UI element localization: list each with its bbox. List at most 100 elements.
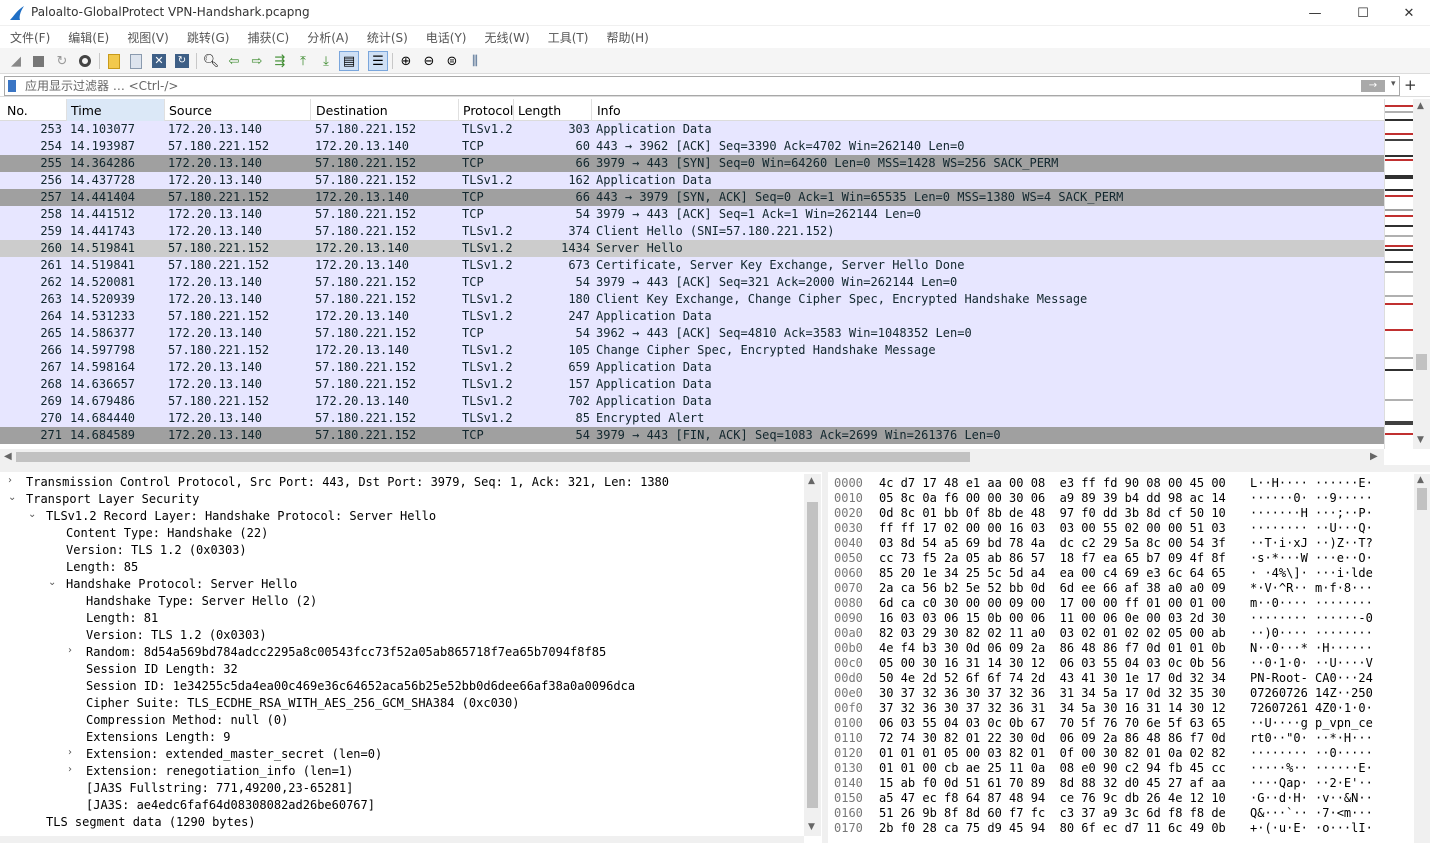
hex-ascii[interactable]: L··H···· ······E· <box>1250 476 1373 491</box>
hex-bytes[interactable]: 0d 8c 01 bb 0f 8b de 48 97 f0 dd 3b 8d c… <box>879 506 1226 521</box>
hex-dump-line[interactable]: 00b0 4e f4 b3 30 0d 06 09 2a 86 48 86 f7 … <box>834 641 1373 656</box>
bookmark-icon[interactable] <box>8 80 16 92</box>
hex-bytes[interactable]: 05 00 30 16 31 14 30 12 06 03 55 04 03 0… <box>879 656 1226 671</box>
open-file-icon[interactable] <box>104 51 124 71</box>
scroll-right-icon[interactable]: ▶ <box>1370 451 1378 462</box>
column-info[interactable]: Info <box>597 103 621 118</box>
details-tree-item[interactable]: Random: 8d54a569bd784adcc2295a8c00543fcc… <box>86 644 606 661</box>
expand-arrow-icon[interactable]: › <box>68 645 72 656</box>
hex-bytes[interactable]: 50 4e 2d 52 6f 6f 74 2d 43 41 30 1e 17 0… <box>879 671 1226 686</box>
packet-row[interactable]: 257 14.441404 57.180.221.152 172.20.13.140 T… <box>0 189 1384 206</box>
hex-ascii[interactable]: +·(·u·E· ·o···lI· <box>1250 821 1373 836</box>
packet-row[interactable]: 270 14.684440 172.20.13.140 57.180.221.152 T… <box>0 410 1384 427</box>
bytes-vertical-scrollbar[interactable]: ▲ <box>1414 474 1430 843</box>
start-capture-icon[interactable]: ◢ <box>6 51 26 71</box>
packet-row[interactable]: 267 14.598164 172.20.13.140 57.180.221.152 T… <box>0 359 1384 376</box>
details-tree-item[interactable]: Content Type: Handshake (22) <box>66 525 268 542</box>
details-tree-item[interactable]: Length: 85 <box>66 559 138 576</box>
hex-bytes[interactable]: 06 03 55 04 03 0c 0b 67 70 5f 76 70 6e 5… <box>879 716 1226 731</box>
hex-bytes[interactable]: 15 ab f0 0d 51 61 70 89 8d 88 32 d0 45 2… <box>879 776 1226 791</box>
column-divider[interactable] <box>310 99 311 121</box>
hex-bytes[interactable]: 4e f4 b3 30 0d 06 09 2a 86 48 86 f7 0d 0… <box>879 641 1226 656</box>
expand-arrow-icon[interactable]: › <box>68 764 72 775</box>
hex-bytes[interactable]: 05 8c 0a f6 00 00 30 06 a9 89 39 b4 dd 9… <box>879 491 1226 506</box>
packet-row[interactable]: 265 14.586377 172.20.13.140 57.180.221.152 T… <box>0 325 1384 342</box>
hex-dump-line[interactable]: 0130 01 01 00 cb ae 25 11 0a 08 e0 90 c2 … <box>834 761 1373 776</box>
hex-dump-line[interactable]: 00f0 37 32 36 30 37 32 36 31 34 5a 30 16 … <box>834 701 1373 716</box>
hex-bytes[interactable]: 6d ca c0 30 00 00 09 00 17 00 00 ff 01 0… <box>879 596 1226 611</box>
hex-bytes[interactable]: a5 47 ec f8 64 87 48 94 ce 76 9c db 26 4… <box>879 791 1226 806</box>
details-tree-item[interactable]: Compression Method: null (0) <box>86 712 288 729</box>
column-divider[interactable] <box>458 99 459 121</box>
hex-dump-line[interactable]: 0020 0d 8c 01 bb 0f 8b de 48 97 f0 dd 3b … <box>834 506 1373 521</box>
go-first-packet-icon[interactable]: ⤒ <box>293 51 313 71</box>
hex-ascii[interactable]: *·V·^R·· m·f·8··· <box>1250 581 1373 596</box>
packet-row[interactable]: 253 14.103077 172.20.13.140 57.180.221.152 T… <box>0 121 1384 138</box>
hex-bytes[interactable]: cc 73 f5 2a 05 ab 86 57 18 f7 ea 65 b7 0… <box>879 551 1226 566</box>
packet-list-vertical-scrollbar[interactable]: ▲ ▼ <box>1413 99 1430 449</box>
hex-ascii[interactable]: ········ ······-0 <box>1250 611 1373 626</box>
scroll-up-icon[interactable]: ▲ <box>808 476 815 486</box>
details-vertical-scrollbar[interactable]: ▲ ▼ <box>804 474 821 836</box>
close-button[interactable]: ✕ <box>1386 0 1430 26</box>
column-time[interactable]: Time <box>71 103 102 118</box>
hex-dump-line[interactable]: 00e0 30 37 32 36 30 37 32 36 31 34 5a 17 … <box>834 686 1373 701</box>
hex-ascii[interactable]: ········ ··0····· <box>1250 746 1373 761</box>
restart-capture-icon[interactable]: ↻ <box>52 51 72 71</box>
go-back-icon[interactable]: ⇦ <box>224 51 244 71</box>
normal-size-icon[interactable]: ⊜ <box>442 51 462 71</box>
hex-bytes[interactable]: 72 74 30 82 01 22 30 0d 06 09 2a 86 48 8… <box>879 731 1226 746</box>
hex-bytes[interactable]: 2a ca 56 b2 5e 52 bb 0d 6d ee 66 af 38 a… <box>879 581 1226 596</box>
hex-dump-line[interactable]: 0070 2a ca 56 b2 5e 52 bb 0d 6d ee 66 af … <box>834 581 1373 596</box>
hex-ascii[interactable]: ·······H ···;··P· <box>1250 506 1373 521</box>
details-tree-item[interactable]: Extensions Length: 9 <box>86 729 231 746</box>
details-tree-item[interactable]: Extension: extended_master_secret (len=0… <box>86 746 382 763</box>
details-tree-item[interactable]: Transmission Control Protocol, Src Port:… <box>26 474 669 491</box>
column-destination[interactable]: Destination <box>316 103 388 118</box>
packet-row[interactable]: 258 14.441512 172.20.13.140 57.180.221.152 T… <box>0 206 1384 223</box>
hex-dump-line[interactable]: 0060 85 20 1e 34 25 5c 5d a4 ea 00 c4 69 … <box>834 566 1373 581</box>
packet-row[interactable]: 264 14.531233 57.180.221.152 172.20.13.140 T… <box>0 308 1384 325</box>
packet-row[interactable]: 255 14.364286 172.20.13.140 57.180.221.152 T… <box>0 155 1384 172</box>
hex-bytes[interactable]: 37 32 36 30 37 32 36 31 34 5a 30 16 31 1… <box>879 701 1226 716</box>
hex-ascii[interactable]: m··0···· ········ <box>1250 596 1373 611</box>
packet-row[interactable]: 260 14.519841 57.180.221.152 172.20.13.140 T… <box>0 240 1384 257</box>
maximize-button[interactable]: ☐ <box>1340 0 1386 26</box>
packet-minimap[interactable] <box>1384 99 1414 449</box>
hex-dump-line[interactable]: 0170 2b f0 28 ca 75 d9 45 94 80 6f ec d7 … <box>834 821 1373 836</box>
menu-capture[interactable]: 捕获(C) <box>237 27 297 46</box>
details-tree-item[interactable]: Extension: renegotiation_info (len=1) <box>86 763 353 780</box>
scrollbar-thumb[interactable] <box>1416 354 1427 370</box>
packet-row[interactable]: 256 14.437728 172.20.13.140 57.180.221.152 T… <box>0 172 1384 189</box>
hex-dump-line[interactable]: 0110 72 74 30 82 01 22 30 0d 06 09 2a 86 … <box>834 731 1373 746</box>
scroll-up-icon[interactable]: ▲ <box>1417 101 1424 111</box>
hex-bytes[interactable]: 16 03 03 06 15 0b 00 06 11 00 06 0e 00 0… <box>879 611 1226 626</box>
hex-bytes[interactable]: ff ff 17 02 00 00 16 03 03 00 55 02 00 0… <box>879 521 1226 536</box>
hex-ascii[interactable]: ··0·1·0· ··U····V <box>1250 656 1373 671</box>
menu-telephony[interactable]: 电话(Y) <box>416 27 475 46</box>
hex-bytes[interactable]: 4c d7 17 48 e1 aa 00 08 e3 ff fd 90 08 0… <box>879 476 1226 491</box>
hex-dump-line[interactable]: 0080 6d ca c0 30 00 00 09 00 17 00 00 ff … <box>834 596 1373 611</box>
packet-row[interactable]: 262 14.520081 172.20.13.140 57.180.221.152 T… <box>0 274 1384 291</box>
column-protocol[interactable]: Protocol <box>463 103 513 118</box>
add-filter-button[interactable]: + <box>1404 76 1417 94</box>
menu-edit[interactable]: 编辑(E) <box>58 27 117 46</box>
details-tree-item[interactable]: [JA3S: ae4edc6faf64d08308082ad26be60767] <box>86 797 375 814</box>
stop-capture-icon[interactable] <box>28 51 48 71</box>
hex-ascii[interactable]: ·s·*···W ···e··O· <box>1250 551 1373 566</box>
hex-dump-line[interactable]: 0040 03 8d 54 a5 69 bd 78 4a dc c2 29 5a … <box>834 536 1373 551</box>
go-last-packet-icon[interactable]: ⤓ <box>316 51 336 71</box>
hex-ascii[interactable]: · ·4%\]· ···i·lde <box>1250 566 1373 581</box>
column-divider[interactable] <box>164 99 165 121</box>
hex-dump-line[interactable]: 0140 15 ab f0 0d 51 61 70 89 8d 88 32 d0 … <box>834 776 1373 791</box>
zoom-out-icon[interactable]: ⊖ <box>419 51 439 71</box>
hex-ascii[interactable]: N··0···* ·H······ <box>1250 641 1373 656</box>
packet-row[interactable]: 259 14.441743 172.20.13.140 57.180.221.152 T… <box>0 223 1384 240</box>
details-tree-item[interactable]: Session ID: 1e34255c5da4ea00c469e36c6465… <box>86 678 635 695</box>
hex-dump-line[interactable]: 00c0 05 00 30 16 31 14 30 12 06 03 55 04 … <box>834 656 1373 671</box>
hex-ascii[interactable]: 07260726 14Z··250 <box>1250 686 1373 701</box>
hex-dump-line[interactable]: 0010 05 8c 0a f6 00 00 30 06 a9 89 39 b4 … <box>834 491 1373 506</box>
menu-tools[interactable]: 工具(T) <box>538 27 597 46</box>
packet-row[interactable]: 261 14.519841 57.180.221.152 172.20.13.140 T… <box>0 257 1384 274</box>
hex-ascii[interactable]: ········ ··U···Q· <box>1250 521 1373 536</box>
